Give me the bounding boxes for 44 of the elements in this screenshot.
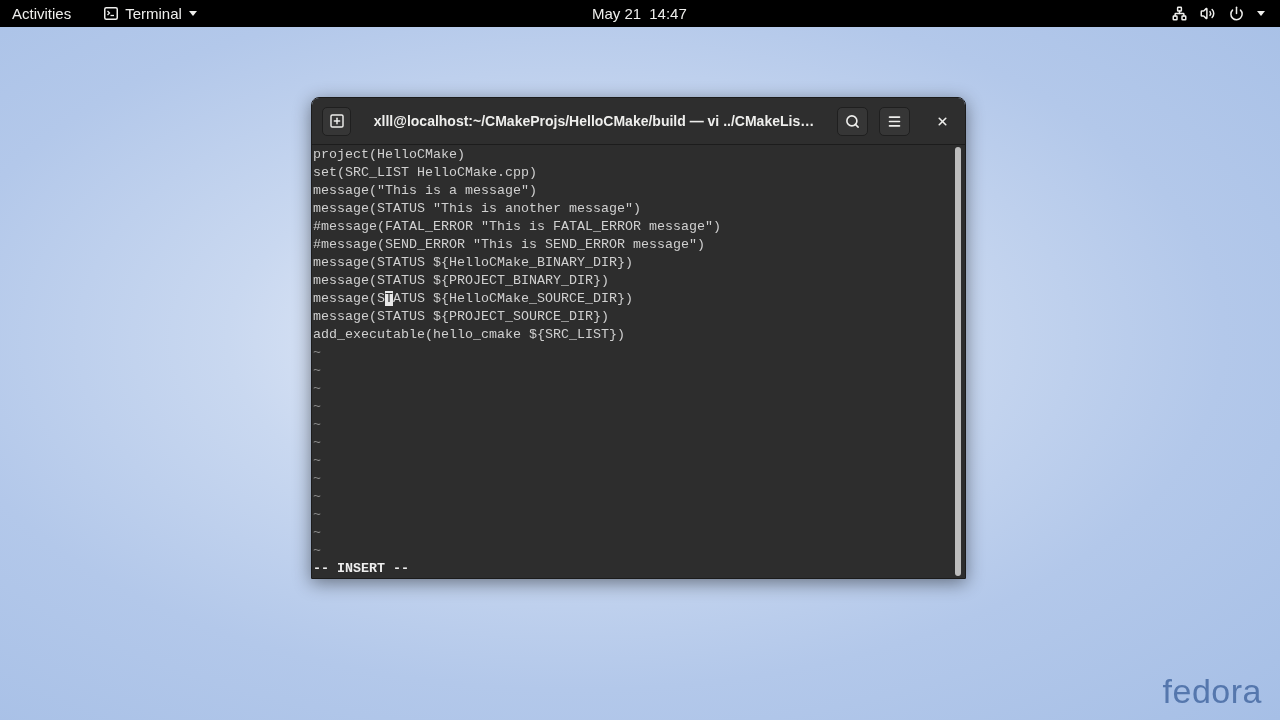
code-line: set(SRC_LIST HelloCMake.cpp) bbox=[313, 164, 537, 182]
close-icon bbox=[935, 114, 949, 128]
empty-line-marker: ~ bbox=[313, 470, 321, 488]
empty-line-marker: ~ bbox=[313, 524, 321, 542]
code-line: project(HelloCMake) bbox=[313, 146, 465, 164]
menu-button[interactable] bbox=[879, 106, 910, 136]
new-tab-icon bbox=[328, 113, 345, 129]
vim-mode-status: -- INSERT -- bbox=[313, 560, 409, 578]
empty-line-marker: ~ bbox=[313, 398, 321, 416]
scrollbar-thumb[interactable] bbox=[955, 147, 961, 576]
caret-icon bbox=[1257, 11, 1265, 16]
new-tab-button[interactable] bbox=[322, 106, 351, 136]
empty-line-marker: ~ bbox=[313, 434, 321, 452]
empty-line-marker: ~ bbox=[313, 452, 321, 470]
code-line: #message(SEND_ERROR "This is SEND_ERROR message") bbox=[313, 236, 705, 254]
empty-line-marker: ~ bbox=[313, 542, 321, 560]
app-menu-button[interactable]: Terminal bbox=[104, 6, 197, 21]
menu-icon bbox=[887, 113, 902, 129]
code-line: add_executable(hello_cmake ${SRC_LIST}) bbox=[313, 326, 625, 344]
volume-icon[interactable] bbox=[1200, 6, 1215, 21]
search-button[interactable] bbox=[837, 106, 868, 136]
empty-line-marker: ~ bbox=[313, 416, 321, 434]
caret-icon bbox=[188, 11, 197, 16]
activities-button[interactable]: Activities bbox=[12, 6, 72, 21]
window-title: xlll@localhost:~/CMakeProjs/HelloCMake/build — vi ../CMakeLis… bbox=[373, 111, 815, 131]
empty-line-marker: ~ bbox=[313, 488, 321, 506]
code-line: message(STATUS ${HelloCMake_BINARY_DIR}) bbox=[313, 254, 633, 272]
search-icon bbox=[845, 113, 860, 129]
code-line: message(STATUS "This is another message") bbox=[313, 200, 641, 218]
terminal-icon bbox=[104, 7, 119, 20]
empty-line-marker: ~ bbox=[313, 362, 321, 380]
date-text: May 21 bbox=[592, 6, 642, 21]
empty-line-marker: ~ bbox=[313, 380, 321, 398]
clock-button[interactable]: May 21 14:47 bbox=[592, 0, 687, 27]
empty-line-marker: ~ bbox=[313, 344, 321, 362]
code-line: #message(FATAL_ERROR "This is FATAL_ERROR message") bbox=[313, 218, 721, 236]
empty-line-marker: ~ bbox=[313, 506, 321, 524]
code-line: message(STATUS ${PROJECT_BINARY_DIR}) bbox=[313, 272, 609, 290]
code-line: message("This is a message") bbox=[313, 182, 537, 200]
code-line: message(STATUS ${PROJECT_SOURCE_DIR}) bbox=[313, 308, 609, 326]
fedora-logo-text: fedora bbox=[1162, 674, 1262, 708]
network-icon[interactable] bbox=[1172, 6, 1187, 21]
time-text: 14:47 bbox=[649, 6, 687, 21]
power-icon[interactable] bbox=[1229, 6, 1244, 21]
